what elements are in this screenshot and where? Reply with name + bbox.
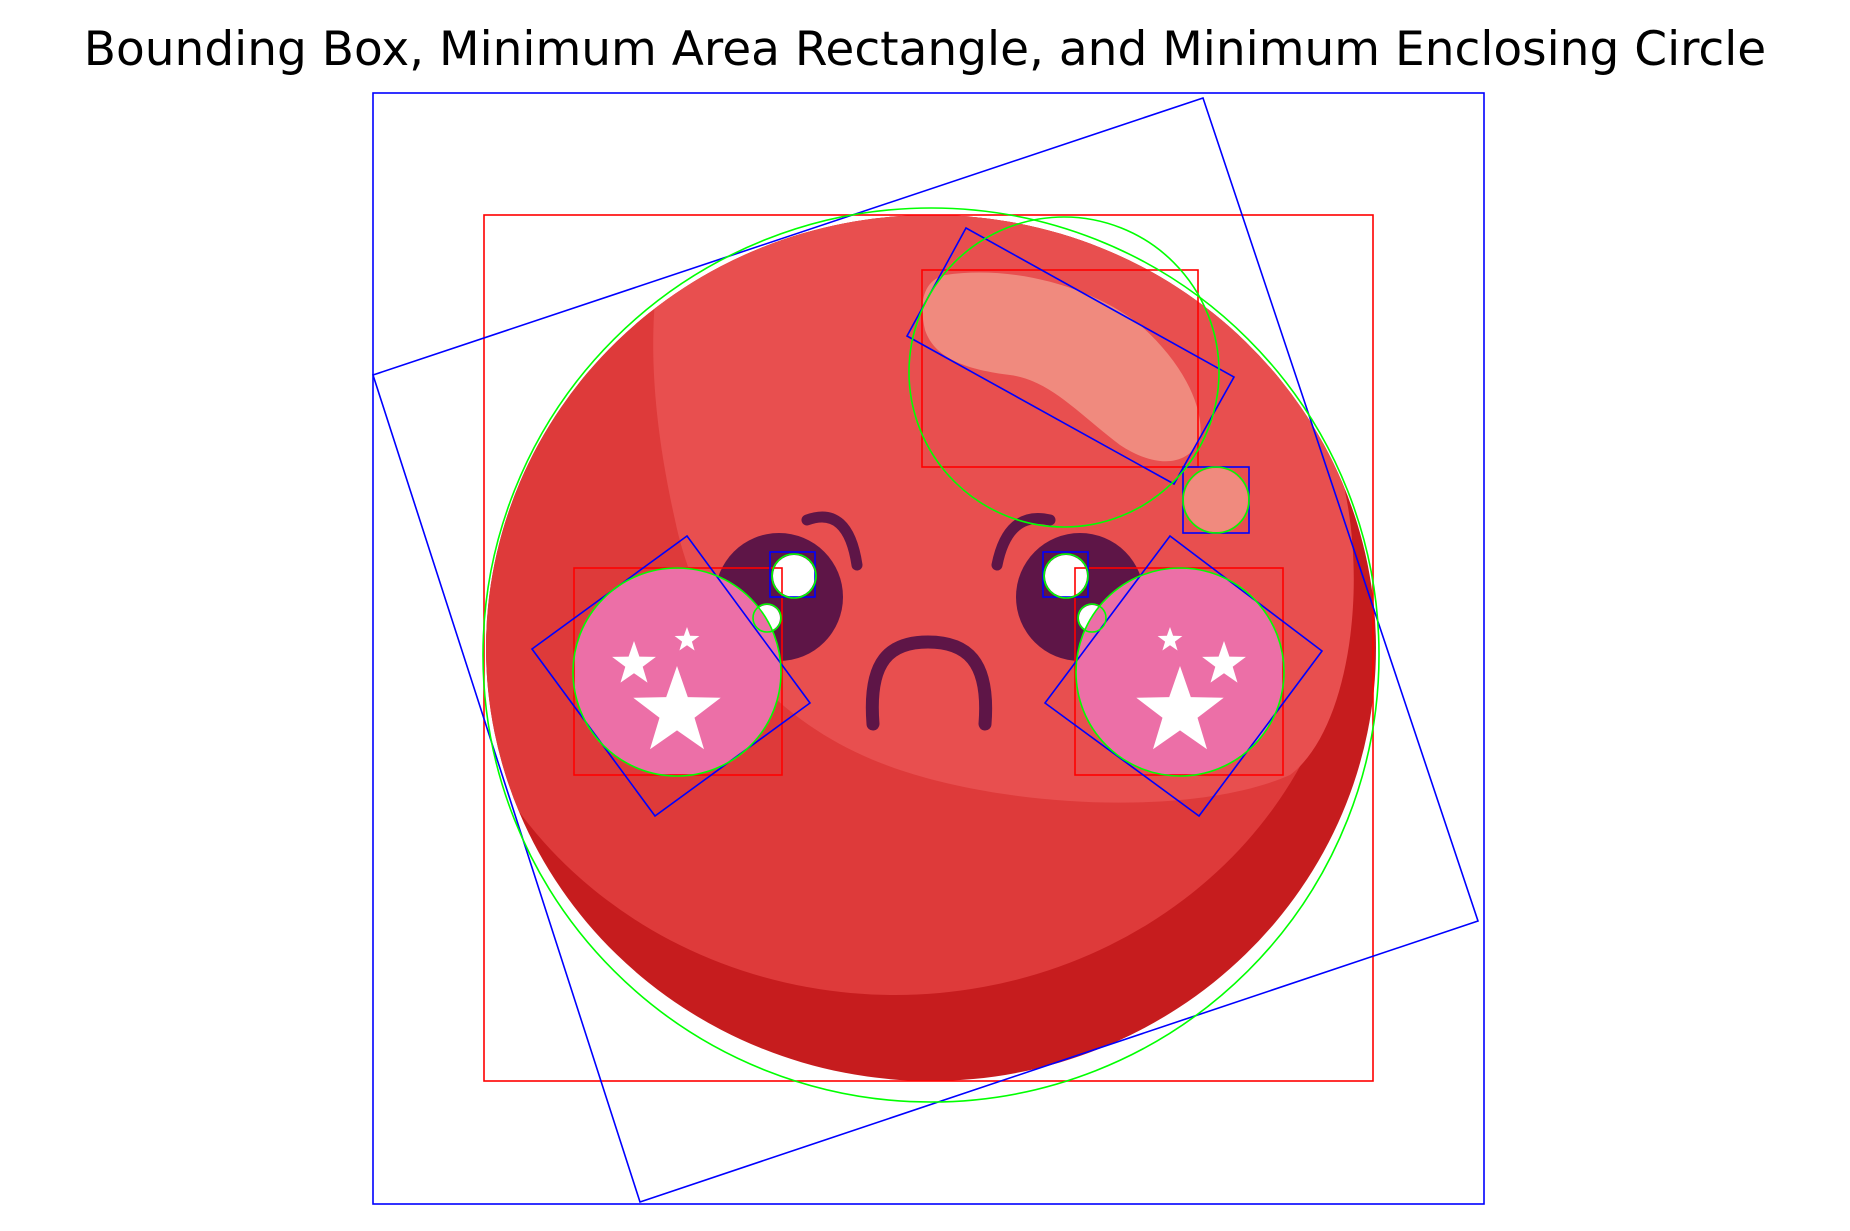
eye-sparkle-icon (1045, 555, 1087, 597)
annotated-emoji-canvas (371, 92, 1485, 1205)
highlight-dot-icon (1184, 468, 1248, 532)
emoji-face (486, 215, 1376, 1081)
eye-sparkle-icon (773, 555, 815, 597)
